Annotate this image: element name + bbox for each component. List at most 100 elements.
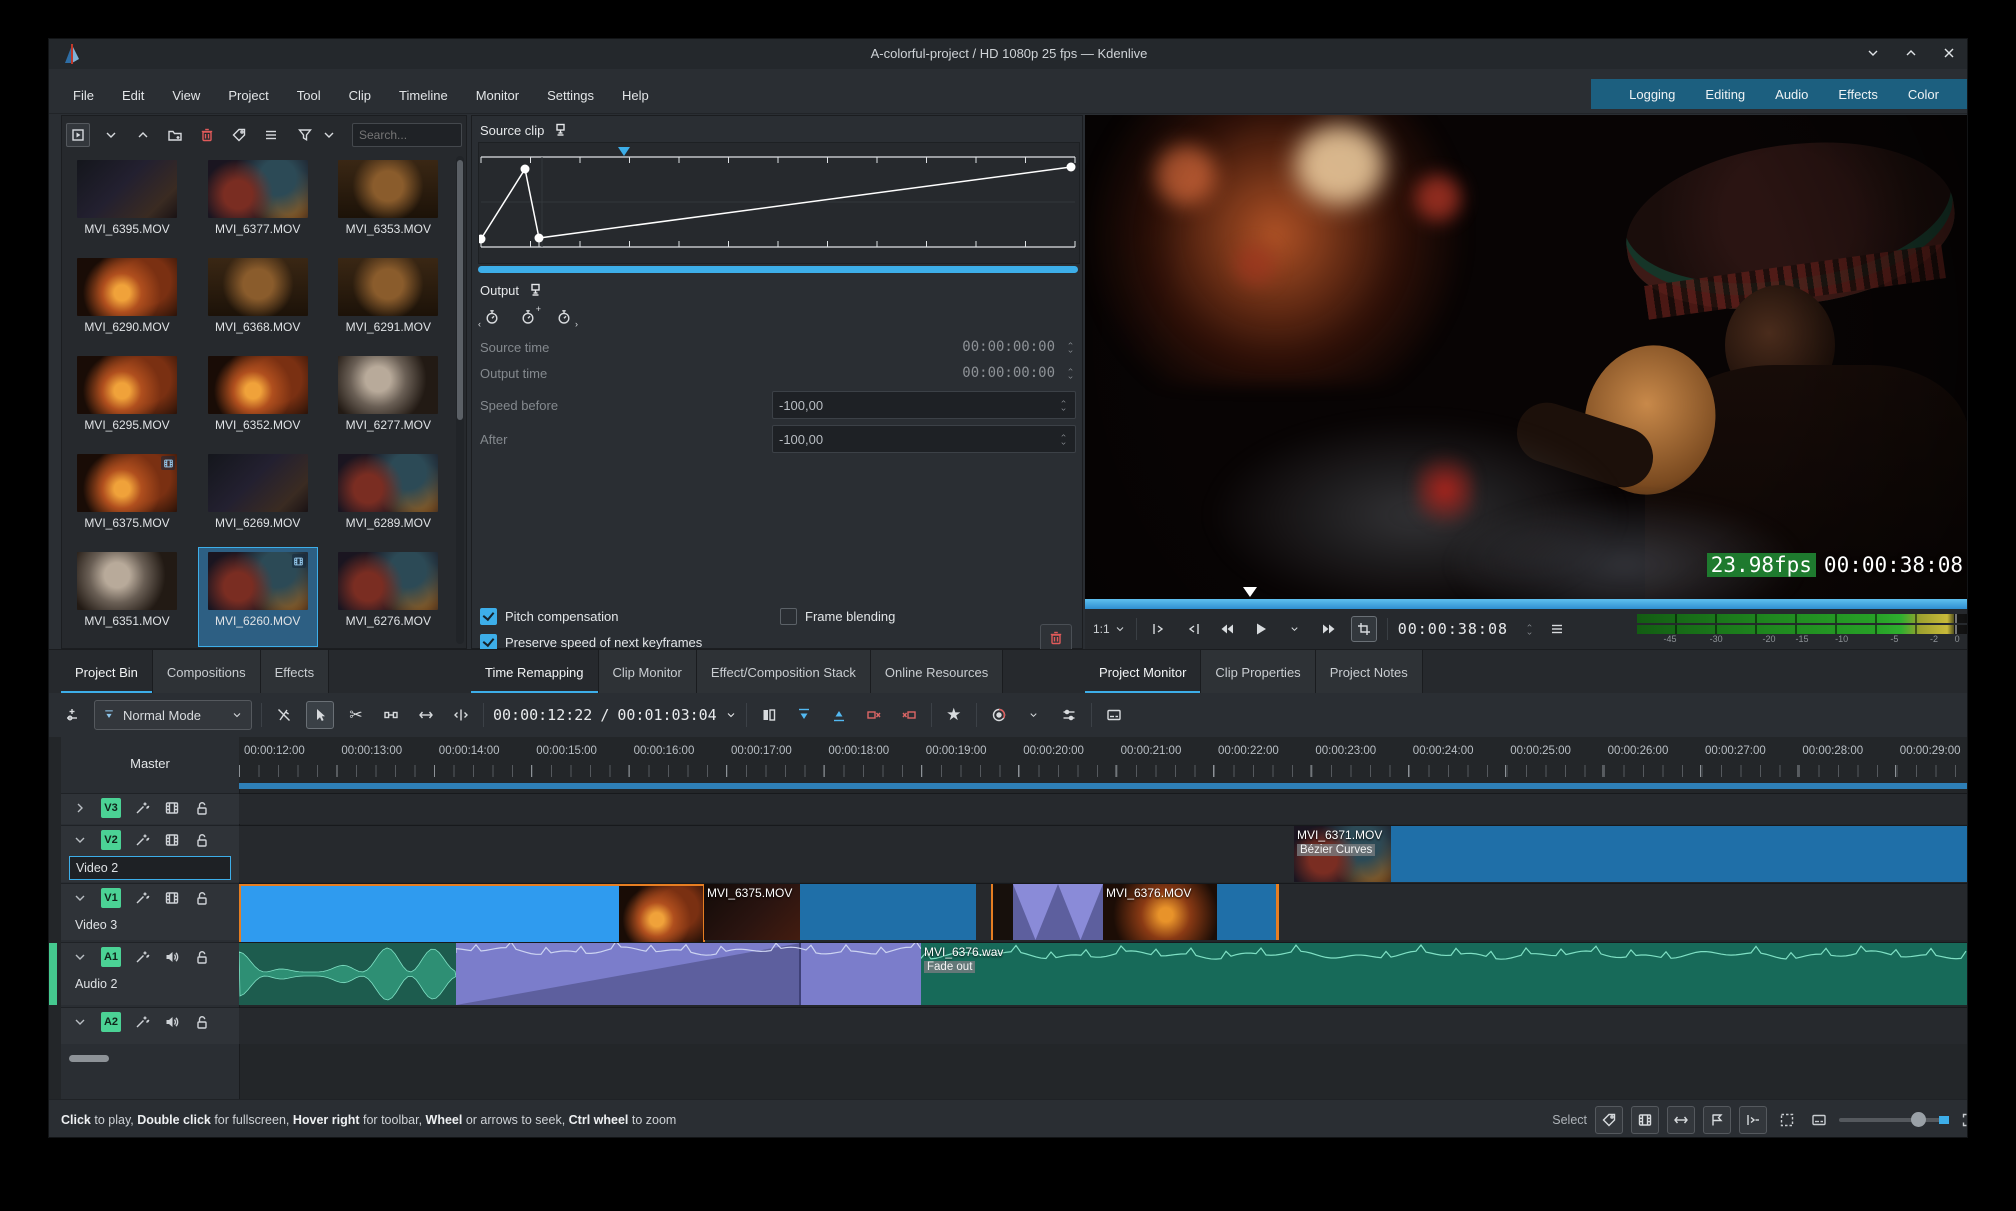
delete-keyframe-button[interactable]: [1040, 624, 1072, 652]
track-lock-icon[interactable]: [193, 1014, 211, 1030]
rewind-button[interactable]: [1215, 617, 1239, 641]
remap-zoombar[interactable]: [478, 266, 1078, 273]
bin-clip-mvi-6353-mov[interactable]: MVI_6353.MOV: [329, 156, 447, 254]
checkbox-frame-blending[interactable]: Frame blending: [780, 608, 895, 625]
bin-clip-mvi-6377-mov[interactable]: MVI_6377.MOV: [199, 156, 317, 254]
play-options-chevron[interactable]: [1283, 617, 1307, 641]
close-button[interactable]: [1939, 43, 1959, 63]
bin-clip-mvi-6375-mov[interactable]: MVI_6375.MOV: [68, 450, 186, 548]
bin-clip-mvi-6290-mov[interactable]: MVI_6290.MOV: [68, 254, 186, 352]
menu-help[interactable]: Help: [612, 84, 659, 107]
mon-tab-clip-properties[interactable]: Clip Properties: [1201, 650, 1316, 694]
checkbox-box[interactable]: [480, 608, 497, 625]
thumbnails-toggle-button[interactable]: [1631, 1106, 1659, 1134]
zoom-fit-button[interactable]: [1775, 1108, 1799, 1132]
workspace-effects[interactable]: Effects: [1826, 83, 1890, 106]
tag-toggle-button[interactable]: [1595, 1106, 1623, 1134]
track-effects-icon[interactable]: [133, 832, 151, 848]
delete-clip-button[interactable]: [196, 124, 218, 146]
bin-tab-project-bin[interactable]: Project Bin: [61, 650, 153, 694]
track-effects-icon[interactable]: [133, 890, 151, 906]
bin-scrollbar[interactable]: [456, 156, 464, 644]
track-audio-icon[interactable]: [163, 1014, 181, 1030]
track-badge[interactable]: A1: [101, 947, 121, 967]
workspace-logging[interactable]: Logging: [1617, 83, 1687, 106]
clip-fade-wedges[interactable]: [1013, 884, 1103, 940]
workspace-editing[interactable]: Editing: [1693, 83, 1757, 106]
monitor-seekbar[interactable]: [1085, 599, 1967, 609]
bin-chevron-up-icon[interactable]: [132, 124, 154, 146]
workspace-color[interactable]: Color: [1896, 83, 1951, 106]
timeline-zone-bar[interactable]: [239, 783, 1967, 789]
create-folder-button[interactable]: [164, 124, 186, 146]
bin-chevron-down-icon[interactable]: [100, 124, 122, 146]
bin-clip-mvi-6269-mov[interactable]: MVI_6269.MOV: [199, 450, 317, 548]
zone-mode-button[interactable]: [1350, 616, 1377, 642]
timeline-position-display[interactable]: 00:00:12:22 / 00:01:03:04: [493, 706, 737, 724]
mon-tab-project-notes[interactable]: Project Notes: [1315, 650, 1423, 694]
markers-toggle-button[interactable]: [1703, 1106, 1731, 1134]
track-badge[interactable]: V1: [101, 888, 121, 908]
track-header-v1[interactable]: V1 Video 3: [61, 883, 239, 940]
track-badge[interactable]: A2: [101, 1012, 121, 1032]
timeline-ruler[interactable]: 00:00:12:00 00:00:13:00 00:00:14:00 00:00:1…: [239, 737, 1967, 783]
menu-file[interactable]: File: [63, 84, 104, 107]
monitor-menu-button[interactable]: [1545, 617, 1569, 641]
bin-clip-mvi-6291-mov[interactable]: MVI_6291.MOV: [329, 254, 447, 352]
play-button[interactable]: [1249, 617, 1273, 641]
extract-zone-button[interactable]: [861, 702, 887, 728]
add-keyframe-button[interactable]: +: [516, 304, 541, 328]
next-keyframe-button[interactable]: ›: [552, 306, 578, 329]
collapse-chevron-icon[interactable]: [71, 890, 89, 906]
filter-chevron-icon[interactable]: [318, 124, 340, 146]
record-chevron[interactable]: [1021, 702, 1047, 728]
record-audio-button[interactable]: [986, 702, 1012, 728]
add-clip-button[interactable]: [66, 123, 90, 147]
track-lock-icon[interactable]: [193, 949, 211, 965]
mid-tab-time-remapping[interactable]: Time Remapping: [471, 650, 599, 694]
fit-timeline-button[interactable]: [1957, 1108, 1968, 1132]
selection-tool-button[interactable]: [306, 701, 334, 729]
slip-tool-button[interactable]: [448, 702, 474, 728]
bin-clip-mvi-6289-mov[interactable]: MVI_6289.MOV: [329, 450, 447, 548]
collapse-chevron-icon[interactable]: [71, 949, 89, 965]
zoom-project-button[interactable]: [1807, 1108, 1831, 1132]
collapse-chevron-icon[interactable]: [71, 832, 89, 848]
menu-monitor[interactable]: Monitor: [466, 84, 529, 107]
track-thumbs-icon[interactable]: [163, 890, 181, 906]
track-thumbs-icon[interactable]: [163, 832, 181, 848]
collapse-chevron-icon[interactable]: [71, 800, 89, 816]
field-input[interactable]: -100,00: [772, 391, 1076, 419]
track-lock-icon[interactable]: [193, 800, 211, 816]
mid-tab-online-resources[interactable]: Online Resources: [870, 650, 1004, 694]
spinner[interactable]: [1058, 432, 1069, 447]
monitor-timecode[interactable]: 00:00:38:08: [1398, 620, 1508, 638]
track-header-a2[interactable]: A2: [61, 1007, 239, 1044]
clip-blue-segment[interactable]: [861, 884, 976, 940]
field-input[interactable]: -100,00: [772, 425, 1076, 453]
clip-mvi-6376-wav[interactable]: MVI_6376.wav Fade out: [921, 943, 1967, 1005]
clip-mvi-6376[interactable]: MVI_6376.MOV: [1103, 884, 1279, 940]
search-input[interactable]: [352, 123, 462, 147]
audio-clip-crossfade[interactable]: [456, 943, 921, 1005]
lane-a2[interactable]: [239, 1007, 1967, 1044]
menu-edit[interactable]: Edit: [112, 84, 154, 107]
spacer-tool-button[interactable]: [378, 702, 404, 728]
menu-view[interactable]: View: [162, 84, 210, 107]
insert-zone-button[interactable]: [791, 702, 817, 728]
snap-toggle-button[interactable]: [1667, 1106, 1695, 1134]
track-badge[interactable]: V2: [101, 830, 121, 850]
lift-zone-button[interactable]: [896, 702, 922, 728]
track-badge[interactable]: V3: [101, 798, 121, 818]
lane-a1[interactable]: MVI_6376.wav Fade out: [239, 942, 1967, 1005]
filter-button[interactable]: [294, 124, 316, 146]
bin-clip-mvi-6260-mov[interactable]: MVI_6260.MOV: [197, 547, 318, 647]
menu-settings[interactable]: Settings: [537, 84, 604, 107]
track-header-v3[interactable]: V3: [61, 793, 239, 824]
bin-clip-mvi-6277-mov[interactable]: MVI_6277.MOV: [329, 352, 447, 450]
minimize-button[interactable]: [1863, 43, 1883, 63]
clip-selected[interactable]: [239, 884, 705, 944]
subtitles-button[interactable]: [1101, 702, 1127, 728]
track-audio-icon[interactable]: [163, 949, 181, 965]
menu-project[interactable]: Project: [218, 84, 278, 107]
